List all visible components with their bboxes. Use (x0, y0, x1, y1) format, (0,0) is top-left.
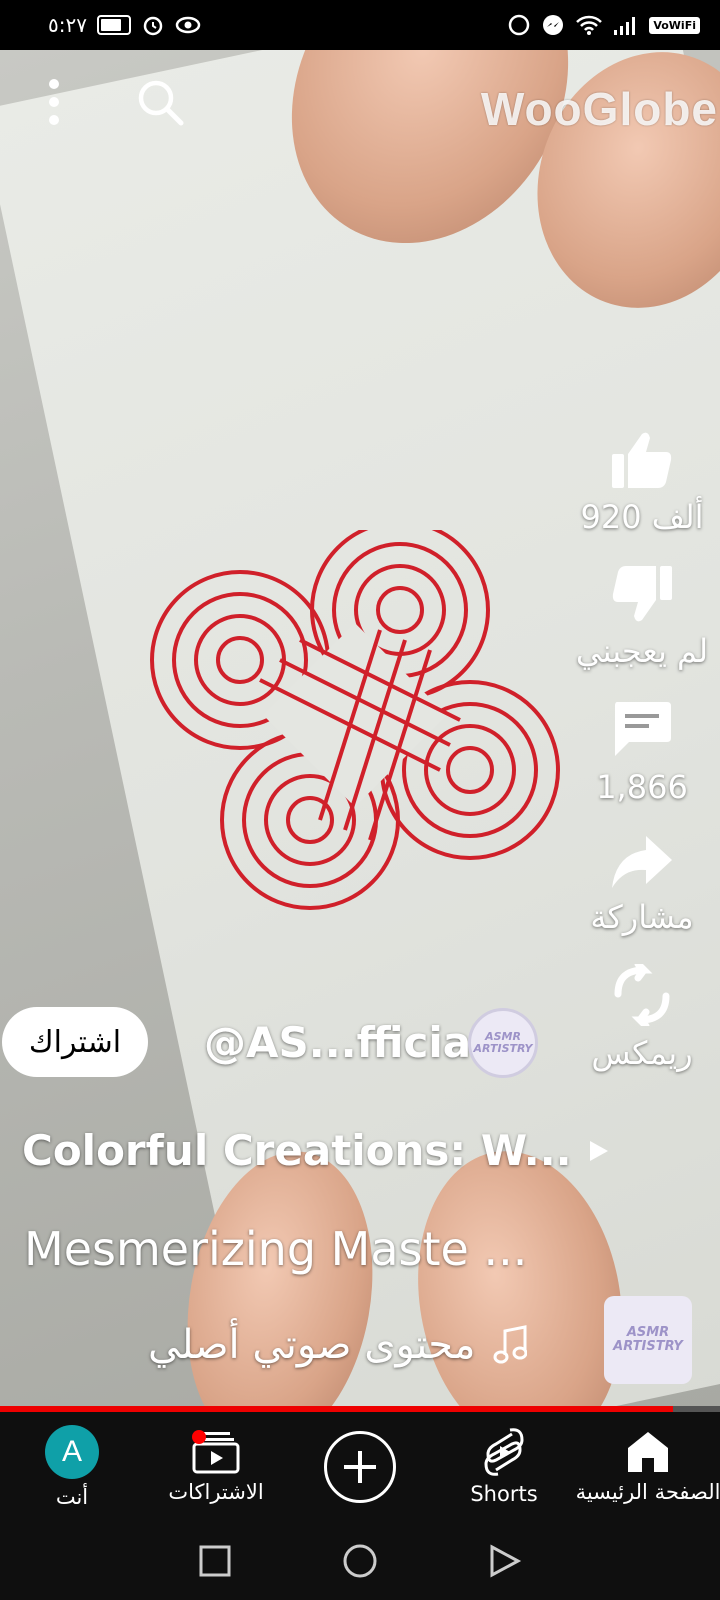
wifi-icon (576, 15, 603, 35)
create-button (324, 1431, 396, 1503)
search-button[interactable] (128, 70, 192, 134)
playlist-title: Colorful Creations: W... (22, 1126, 572, 1175)
messenger-icon (543, 15, 564, 35)
status-bar: ٥:٢٧ VoWiFi (0, 0, 720, 50)
thumbs-up-icon (612, 432, 672, 488)
nav-subscriptions[interactable]: الاشتراكات (144, 1430, 288, 1504)
more-options-button[interactable] (22, 70, 86, 134)
home-icon (628, 1432, 668, 1472)
whatsapp-icon (509, 14, 530, 36)
status-right: VoWiFi (507, 13, 700, 37)
nav-create[interactable] (288, 1431, 432, 1503)
shorts-icon (484, 1428, 524, 1476)
nav-you[interactable]: A أنت (0, 1425, 144, 1509)
share-button[interactable]: مشاركة (562, 834, 720, 936)
shorts-video[interactable]: WooGlobe 920 ألف لم يعجبني 1,866 مشاركة … (0, 50, 720, 1408)
audio-link[interactable]: محتوى صوتي أصلي (148, 1322, 528, 1368)
user-avatar: A (45, 1425, 99, 1479)
back-button[interactable] (488, 1544, 522, 1578)
video-knot-drawing (150, 530, 560, 910)
nav-home-label: الصفحة الرئيسية (575, 1480, 720, 1504)
comment-count: 1,866 (596, 768, 688, 806)
system-nav-bar (0, 1522, 720, 1600)
audio-thumb-text: ASMR ARTISTRY (613, 1325, 683, 1354)
action-column: 920 ألف لم يعجبني 1,866 مشاركة ريمكس (572, 430, 712, 1100)
dislike-label: لم يعجبني (575, 632, 709, 670)
playlist-link[interactable]: Colorful Creations: W... (22, 1126, 610, 1175)
channel-avatar[interactable]: ASMR ARTISTRY (468, 1008, 538, 1078)
channel-avatar-text: ASMR ARTISTRY (473, 1030, 533, 1055)
subscribe-button[interactable]: اشتراك (2, 1007, 148, 1077)
play-arrow-icon (589, 1140, 608, 1161)
share-icon (612, 836, 672, 888)
video-title[interactable]: Mesmerizing Maste ... (24, 1222, 527, 1276)
audio-label: محتوى صوتي أصلي (148, 1322, 476, 1368)
comments-button[interactable]: 1,866 (562, 698, 720, 806)
plus-icon (344, 1451, 376, 1483)
status-left: ٥:٢٧ (48, 13, 201, 37)
like-button[interactable]: 920 ألف (562, 430, 720, 536)
share-label: مشاركة (590, 898, 694, 936)
comment-icon (615, 702, 671, 756)
search-icon (138, 80, 184, 126)
notification-dot (192, 1430, 206, 1444)
nav-shorts[interactable]: Shorts (432, 1428, 576, 1506)
audio-thumbnail[interactable]: ASMR ARTISTRY (604, 1296, 692, 1384)
battery-icon (96, 15, 131, 35)
nav-subscriptions-label: الاشتراكات (168, 1480, 264, 1504)
nav-home[interactable]: الصفحة الرئيسية (576, 1430, 720, 1504)
channel-handle[interactable]: @AS...fficial (204, 1018, 486, 1067)
vowifi-badge: VoWiFi (649, 16, 700, 34)
more-vert-icon (49, 79, 59, 125)
recents-button[interactable] (198, 1544, 232, 1578)
home-system-button[interactable] (342, 1543, 378, 1579)
nav-you-label: أنت (55, 1485, 89, 1509)
remix-label: ريمكس (591, 1034, 693, 1072)
nav-shorts-label: Shorts (470, 1482, 538, 1506)
bottom-nav: A أنت الاشتراكات Shorts الصفحة الرئيسية (0, 1412, 720, 1522)
remix-icon (614, 964, 670, 1026)
music-note-icon (493, 1325, 528, 1364)
remix-button[interactable]: ريمكس (562, 964, 720, 1072)
alarm-icon (143, 16, 163, 36)
watermark: WooGlobe (480, 83, 718, 135)
dislike-button[interactable]: لم يعجبني (562, 564, 720, 670)
signal-icon (614, 17, 636, 35)
like-count: 920 ألف (580, 498, 704, 536)
thumbs-down-icon (612, 566, 672, 622)
clock: ٥:٢٧ (48, 13, 87, 37)
eye-icon (175, 16, 201, 34)
